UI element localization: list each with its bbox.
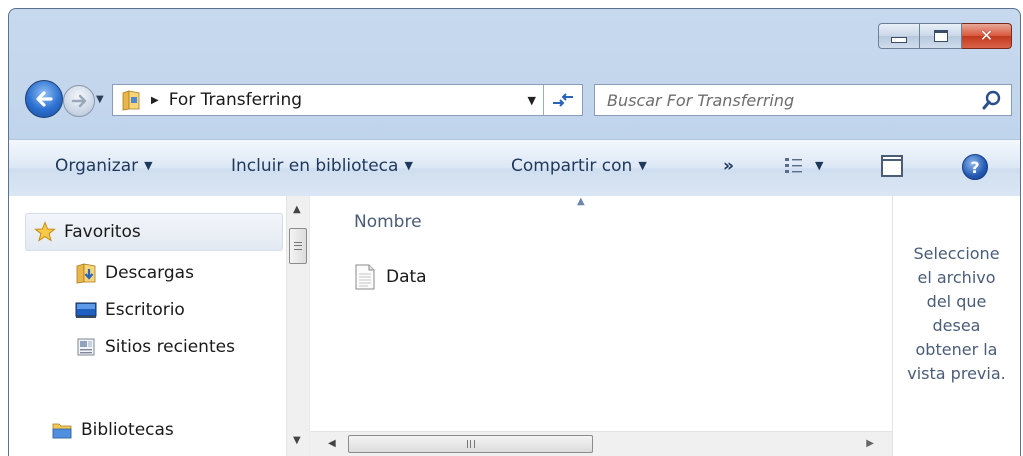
grip-icon (294, 242, 302, 250)
preview-line: del que (926, 292, 987, 311)
refresh-button[interactable] (543, 85, 582, 115)
breadcrumb-current[interactable]: For Transferring (169, 90, 302, 110)
explorer-window: ✕ ▼ ▶ For Transferring ▼ Buscar For Tran… (8, 8, 1021, 456)
forward-button[interactable] (63, 85, 95, 117)
preview-pane: Seleccione el archivo del que desea obte… (892, 196, 1020, 456)
maximize-button[interactable] (920, 23, 962, 49)
file-name: Data (386, 267, 427, 287)
sort-ascending-icon: ▲ (577, 196, 585, 207)
file-item[interactable]: Data (354, 264, 427, 290)
horizontal-scrollbar[interactable]: ◀ ▶ (310, 431, 892, 456)
nav-label-desktop: Escritorio (105, 300, 185, 320)
address-bar[interactable]: ▶ For Transferring ▼ (112, 84, 583, 116)
navigation-pane: Favoritos Descargas Escritorio Sitios re… (9, 196, 285, 456)
recent-pages-dropdown[interactable]: ▼ (96, 94, 104, 105)
nav-item-downloads[interactable]: Descargas (75, 262, 194, 284)
command-bar: Organizar ▼ Incluir en biblioteca ▼ Compar… (9, 139, 1020, 197)
search-box (594, 84, 1012, 116)
grip-icon (466, 440, 475, 448)
nav-item-recent-places[interactable]: Sitios recientes (75, 336, 235, 358)
preview-line: obtener la (915, 340, 998, 359)
include-library-label: Incluir en biblioteca (231, 156, 399, 176)
nav-item-desktop[interactable]: Escritorio (75, 299, 185, 321)
scroll-up-arrow[interactable]: ▲ (293, 204, 301, 215)
recent-places-icon (77, 338, 95, 356)
chevron-down-icon: ▼ (144, 159, 153, 172)
nav-label-libraries: Bibliotecas (81, 420, 174, 440)
minimize-button[interactable] (878, 23, 920, 49)
preview-line: el archivo (917, 268, 996, 287)
preview-line: Seleccione (913, 244, 1000, 263)
include-library-menu[interactable]: Incluir en biblioteca ▼ (231, 156, 413, 176)
preview-line: desea (932, 316, 981, 335)
caption-buttons: ✕ (878, 23, 1012, 49)
nav-item-favorites[interactable]: Favoritos (25, 213, 283, 251)
maximize-icon (933, 30, 948, 42)
close-button[interactable]: ✕ (962, 23, 1012, 49)
column-header-name[interactable]: Nombre (354, 212, 422, 232)
refresh-icon (553, 93, 573, 107)
address-row: ▼ ▶ For Transferring ▼ (9, 76, 1020, 118)
file-list-pane: ▲ Nombre Data ◀ ▶ (309, 196, 892, 456)
scroll-down-arrow[interactable]: ▼ (293, 435, 301, 446)
share-with-label: Compartir con (511, 156, 633, 176)
preview-line: vista previa. (907, 364, 1006, 383)
folder-icon (121, 89, 141, 111)
horizontal-scrollbar-thumb[interactable] (348, 435, 593, 453)
close-icon: ✕ (979, 26, 994, 45)
downloads-folder-icon (76, 263, 96, 284)
breadcrumb-separator[interactable]: ▶ (151, 95, 159, 106)
nav-label-downloads: Descargas (105, 263, 194, 283)
scroll-left-arrow[interactable]: ◀ (328, 438, 336, 449)
help-icon[interactable]: ? (962, 154, 988, 180)
scroll-right-arrow[interactable]: ▶ (866, 438, 874, 449)
chevron-down-icon: ▼ (404, 159, 413, 172)
star-icon (34, 221, 56, 242)
views-icon[interactable] (784, 156, 804, 176)
nav-item-libraries[interactable]: Bibliotecas (51, 419, 174, 441)
content-area: Favoritos Descargas Escritorio Sitios re… (9, 196, 1020, 456)
preview-pane-icon[interactable] (881, 155, 903, 177)
search-icon[interactable] (979, 87, 1005, 113)
organize-label: Organizar (55, 156, 139, 176)
document-icon (355, 264, 375, 290)
share-with-menu[interactable]: Compartir con ▼ (511, 156, 647, 176)
minimize-icon (891, 37, 907, 43)
address-dropdown[interactable]: ▼ (528, 94, 536, 107)
nav-label-favorites: Favoritos (64, 222, 141, 242)
views-dropdown[interactable]: ▼ (815, 159, 823, 172)
nav-label-recent-places: Sitios recientes (105, 337, 235, 357)
navigation-scrollbar[interactable]: ▲ ▼ (286, 196, 309, 456)
organize-menu[interactable]: Organizar ▼ (55, 156, 153, 176)
libraries-icon (52, 423, 72, 439)
preview-message: Seleccione el archivo del que desea obte… (893, 242, 1020, 386)
back-arrow-icon (36, 91, 53, 107)
search-input[interactable] (605, 89, 979, 111)
desktop-icon (75, 302, 97, 318)
back-button[interactable] (25, 80, 63, 118)
scrollbar-thumb[interactable] (289, 228, 307, 264)
forward-arrow-icon (71, 94, 87, 108)
more-commands-button[interactable]: » (723, 156, 734, 176)
chevron-down-icon: ▼ (638, 159, 647, 172)
